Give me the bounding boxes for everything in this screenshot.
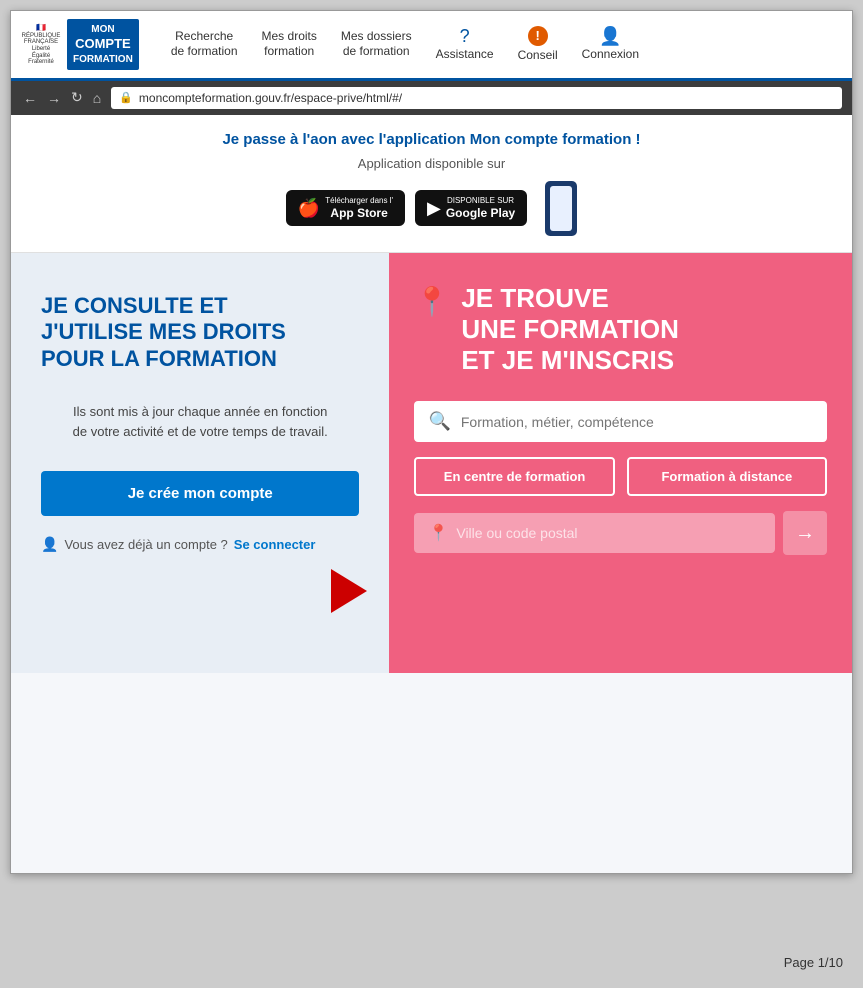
formation-search-input[interactable]	[461, 414, 813, 430]
assistance-icon: ?	[460, 27, 470, 45]
main-content: Je passe à l'aon avec l'application Mon …	[11, 115, 852, 873]
bottom-area	[11, 673, 852, 873]
nav-conseil-label: Conseil	[518, 48, 558, 64]
left-panel-title: JE CONSULTE ET J'UTILISE MES DROITS POUR…	[41, 293, 359, 372]
browser-controls: ← → ↻ ⌂	[21, 87, 103, 108]
googleplay-small: DISPONIBLE SUR	[446, 196, 515, 206]
left-panel-description: Ils sont mis à jour chaque année en fonc…	[41, 402, 359, 441]
app-stores: 🍎 Télécharger dans l' App Store ▶ DISPON…	[31, 181, 832, 236]
appstore-text: Télécharger dans l' App Store	[325, 196, 393, 220]
login-text: Vous avez déjà un compte ?	[64, 537, 227, 552]
location-input[interactable]	[456, 525, 761, 541]
nav-assistance-label: Assistance	[436, 47, 494, 63]
google-icon: ▶	[427, 198, 441, 219]
login-link[interactable]: Se connecter	[234, 537, 316, 552]
nav-item-assistance[interactable]: ? Assistance	[424, 23, 506, 67]
address-bar: ← → ↻ ⌂ 🔒 moncompteformation.gouv.fr/esp…	[11, 81, 852, 115]
search-icon: 🔍	[428, 411, 450, 432]
nav-item-connexion[interactable]: 👤 Connexion	[570, 23, 651, 67]
googleplay-badge[interactable]: ▶ DISPONIBLE SUR Google Play	[415, 190, 527, 226]
phone-mockup	[545, 181, 577, 236]
page-number: Page 1/10	[784, 955, 843, 970]
lock-icon: 🔒	[119, 91, 133, 104]
login-link-row: 👤 Vous avez déjà un compte ? Se connecte…	[41, 536, 359, 553]
nav-item-dossiers[interactable]: Mes dossiers de formation	[329, 25, 424, 64]
nav-droits-line2: formation	[264, 44, 314, 60]
hero-wrapper: JE CONSULTE ET J'UTILISE MES DROITS POUR…	[11, 253, 852, 673]
create-account-button[interactable]: Je crée mon compte	[41, 471, 359, 516]
arrow-container	[331, 569, 367, 613]
url-bar[interactable]: 🔒 moncompteformation.gouv.fr/espace-priv…	[111, 87, 842, 109]
app-banner: Je passe à l'aon avec l'application Mon …	[11, 115, 852, 253]
back-button[interactable]: ←	[21, 88, 39, 108]
nav-links: Recherche de formation Mes droits format…	[159, 22, 842, 68]
logo-area: 🇫🇷 RÉPUBLIQUEFRANÇAISELibertéÉgalitéFrat…	[21, 19, 139, 70]
connexion-icon: 👤	[599, 27, 621, 45]
appstore-small: Télécharger dans l'	[325, 196, 393, 206]
conseil-icon: !	[528, 26, 548, 46]
home-button[interactable]: ⌂	[91, 88, 103, 108]
go-button[interactable]: →	[783, 511, 827, 555]
nav-dossiers-line2: de formation	[343, 44, 410, 60]
filter-centre-button[interactable]: En centre de formation	[414, 457, 614, 496]
appstore-name: App Store	[325, 206, 393, 220]
person-icon: 👤	[41, 536, 58, 553]
location-pin-icon: 📍	[428, 523, 448, 543]
browser-window: 🇫🇷 RÉPUBLIQUEFRANÇAISELibertéÉgalitéFrat…	[10, 10, 853, 874]
republic-logo: 🇫🇷 RÉPUBLIQUEFRANÇAISELibertéÉgalitéFrat…	[21, 23, 61, 66]
nav-connexion-label: Connexion	[582, 47, 639, 63]
filter-distance-button[interactable]: Formation à distance	[627, 457, 827, 496]
googleplay-name: Google Play	[446, 206, 515, 220]
apple-icon: 🍎	[298, 198, 320, 219]
location-row: 📍 →	[414, 511, 827, 555]
appstore-badge[interactable]: 🍎 Télécharger dans l' App Store	[286, 190, 405, 226]
forward-button[interactable]: →	[45, 88, 63, 108]
nav-recherche-line1: Recherche	[175, 29, 233, 45]
hero-section: JE CONSULTE ET J'UTILISE MES DROITS POUR…	[11, 253, 852, 673]
nav-droits-line1: Mes droits	[262, 29, 317, 45]
googleplay-text: DISPONIBLE SUR Google Play	[446, 196, 515, 220]
app-banner-subtitle: Application disponible sur	[31, 156, 832, 171]
nav-recherche-line2: de formation	[171, 44, 238, 60]
nav-dossiers-line1: Mes dossiers	[341, 29, 412, 45]
right-panel-title: 📍 JE TROUVE UNE FORMATION ET JE M'INSCRI…	[414, 283, 827, 377]
nav-item-recherche[interactable]: Recherche de formation	[159, 25, 250, 64]
navigation-bar: 🇫🇷 RÉPUBLIQUEFRANÇAISELibertéÉgalitéFrat…	[11, 11, 852, 81]
nav-item-conseil[interactable]: ! Conseil	[506, 22, 570, 68]
app-banner-title: Je passe à l'aon avec l'application Mon …	[31, 131, 832, 148]
mcf-logo[interactable]: MON COMPTE FORMATION	[67, 19, 139, 70]
reload-button[interactable]: ↻	[69, 87, 85, 108]
map-pin-icon: 📍	[414, 285, 449, 319]
right-panel: 📍 JE TROUVE UNE FORMATION ET JE M'INSCRI…	[389, 253, 852, 673]
location-input-wrap: 📍	[414, 513, 775, 553]
nav-item-droits[interactable]: Mes droits formation	[250, 25, 329, 64]
url-text: moncompteformation.gouv.fr/espace-prive/…	[139, 91, 402, 105]
filter-buttons: En centre de formation Formation à dista…	[414, 457, 827, 496]
red-arrow-icon	[331, 569, 367, 613]
search-box: 🔍	[414, 401, 827, 442]
